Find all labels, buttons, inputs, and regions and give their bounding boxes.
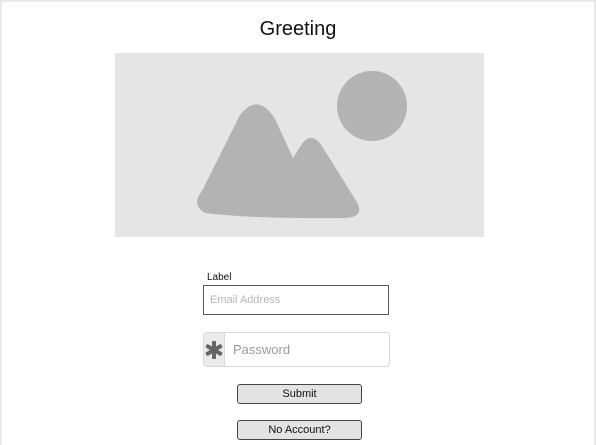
email-field[interactable] — [203, 285, 389, 315]
no-account-button[interactable]: No Account? — [237, 420, 362, 440]
login-frame: Greeting Label Submit No Account? — [2, 2, 594, 445]
password-addon — [204, 333, 225, 366]
image-placeholder-icon — [197, 71, 407, 219]
asterisk-icon — [205, 340, 223, 359]
page-title: Greeting — [259, 18, 337, 40]
hero-image — [115, 53, 484, 237]
password-field[interactable] — [225, 333, 389, 366]
email-label: Label — [207, 272, 232, 283]
password-input-group — [203, 332, 390, 367]
submit-button[interactable]: Submit — [237, 384, 362, 404]
